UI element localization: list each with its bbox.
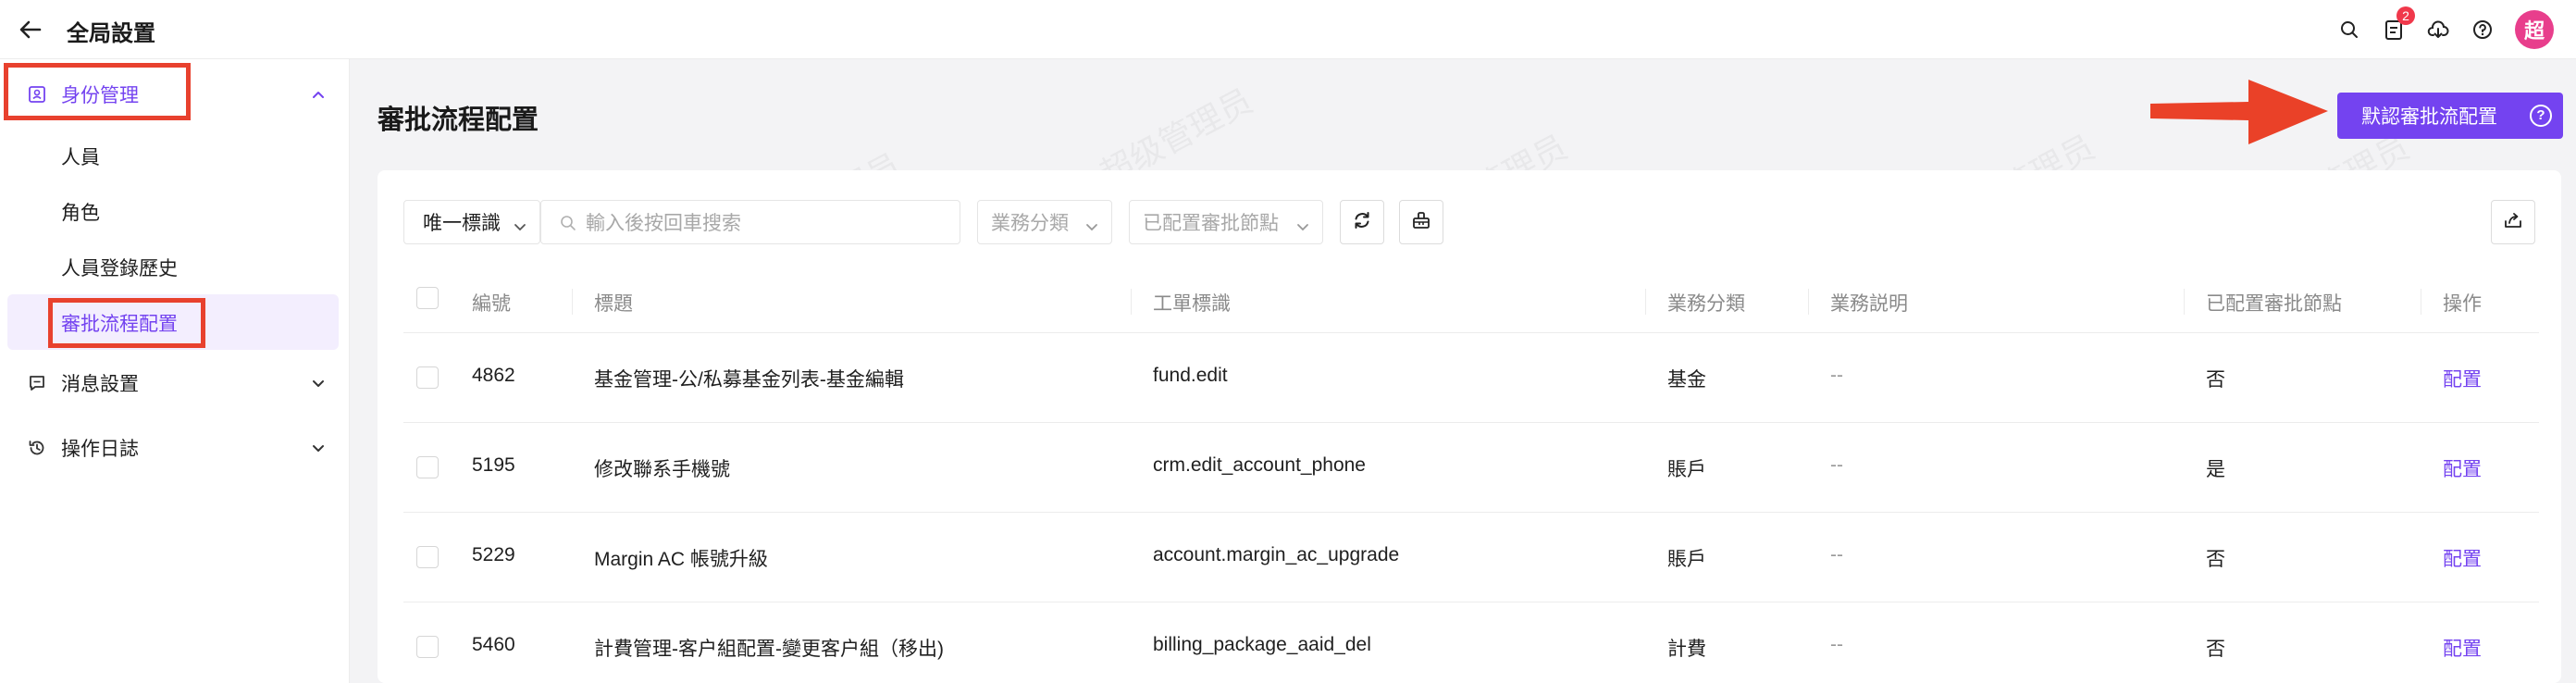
id-select-value: 唯一標識 — [423, 213, 501, 234]
chevron-down-icon — [311, 441, 326, 455]
configure-link[interactable]: 配置 — [2443, 454, 2482, 482]
cell-id: 4862 — [472, 365, 515, 386]
select-all-checkbox[interactable] — [416, 287, 439, 309]
column-header: 標題 — [594, 293, 633, 315]
highlight-box-approval-flow — [48, 298, 205, 348]
cell-desc: -- — [1830, 544, 1843, 565]
highlight-box-identity — [4, 63, 191, 120]
cell-title: 計費管理-客户組配置-變更客户組（移出) — [594, 639, 944, 660]
sidebar-group-messages[interactable]: 消息設置 — [0, 355, 350, 411]
chevron-down-icon — [1296, 217, 1309, 231]
cell-title: Margin AC 帳號升級 — [594, 549, 768, 570]
row-checkbox[interactable] — [416, 636, 439, 658]
configure-link[interactable]: 配置 — [2443, 544, 2482, 572]
table-row: 5460 計費管理-客户組配置-變更客户組（移出) billing_packag… — [403, 602, 2539, 683]
message-icon — [28, 374, 46, 392]
button-label: 默認審批流配置 — [2361, 106, 2497, 128]
sidebar-item-roles[interactable]: 角色 — [61, 198, 100, 226]
cell-configured: 否 — [2206, 639, 2225, 660]
category-select[interactable]: 業務分類 — [977, 200, 1112, 244]
cell-id: 5460 — [472, 634, 515, 655]
nodes-placeholder: 已配置審批節點 — [1143, 213, 1279, 234]
chevron-up-icon — [311, 87, 326, 102]
sidebar: 身份管理 人員 角色 人員登錄歷史 審批流程配置 消息設置 操作日誌 — [0, 59, 350, 683]
page-title: 審批流程配置 — [378, 106, 539, 135]
cell-desc: -- — [1830, 454, 1843, 476]
configure-link[interactable]: 配置 — [2443, 365, 2482, 392]
chevron-down-icon — [311, 376, 326, 391]
sidebar-group-label: 操作日誌 — [61, 439, 139, 460]
table-row: 4862 基金管理-公/私募基金列表-基金編輯 fund.edit 基金 -- … — [403, 333, 2539, 423]
sidebar-item-personnel[interactable]: 人員 — [61, 143, 100, 170]
sidebar-item-login-history[interactable]: 人員登錄歷史 — [61, 254, 178, 281]
cell-configured: 是 — [2206, 459, 2225, 480]
column-header: 業務説明 — [1830, 293, 1908, 315]
column-divider — [1645, 289, 1646, 315]
column-divider — [572, 289, 573, 315]
category-placeholder: 業務分類 — [991, 213, 1069, 234]
column-header: 編號 — [472, 293, 511, 315]
column-header: 操作 — [2443, 293, 2482, 315]
search-input[interactable]: 輸入後按回車搜索 — [540, 200, 960, 244]
cell-id: 5195 — [472, 454, 515, 476]
column-divider — [2184, 289, 2185, 315]
cell-id: 5229 — [472, 544, 515, 565]
cell-desc: -- — [1830, 634, 1843, 655]
cell-title: 基金管理-公/私募基金列表-基金編輯 — [594, 369, 904, 391]
column-header: 已配置審批節點 — [2206, 293, 2342, 315]
cell-configured: 否 — [2206, 549, 2225, 570]
notification-badge: 2 — [2396, 6, 2415, 25]
cell-desc: -- — [1830, 365, 1843, 386]
app-title: 全局設置 — [67, 21, 155, 46]
sidebar-group-label: 消息設置 — [61, 374, 139, 395]
cell-key: account.margin_ac_upgrade — [1153, 544, 1400, 565]
cell-category: 賬戶 — [1667, 459, 1706, 480]
task-list-icon[interactable]: 2 — [2382, 6, 2415, 42]
cell-key: fund.edit — [1153, 365, 1228, 386]
column-header: 業務分類 — [1667, 293, 1745, 315]
id-select[interactable]: 唯一標識 — [403, 200, 540, 244]
configure-link[interactable]: 配置 — [2443, 634, 2482, 662]
cell-key: billing_package_aaid_del — [1153, 634, 1371, 655]
refresh-button[interactable] — [1340, 200, 1384, 244]
clear-button[interactable] — [1399, 200, 1443, 244]
annotation-arrow-icon — [2147, 74, 2332, 148]
column-divider — [1808, 289, 1809, 315]
search-placeholder: 輸入後按回車搜索 — [586, 213, 741, 234]
table-row: 5229 Margin AC 帳號升級 account.margin_ac_up… — [403, 513, 2539, 602]
help-icon[interactable] — [2471, 18, 2495, 42]
row-checkbox[interactable] — [416, 456, 439, 478]
export-button[interactable] — [2491, 200, 2535, 244]
chevron-down-icon — [514, 217, 526, 231]
refresh-icon — [1352, 210, 1372, 235]
back-arrow-icon[interactable] — [17, 16, 44, 43]
avatar[interactable]: 超 — [2515, 10, 2554, 49]
cell-title: 修改聯系手機號 — [594, 459, 730, 480]
configured-nodes-select[interactable]: 已配置審批節點 — [1129, 200, 1323, 244]
help-circle-icon[interactable]: ? — [2530, 105, 2552, 127]
chevron-down-icon — [1085, 217, 1098, 231]
row-checkbox[interactable] — [416, 366, 439, 389]
search-icon[interactable] — [2337, 18, 2361, 42]
cell-category: 基金 — [1667, 369, 1706, 391]
sidebar-group-logs[interactable]: 操作日誌 — [0, 420, 350, 476]
search-icon — [560, 215, 576, 237]
cell-category: 賬戶 — [1667, 549, 1706, 570]
history-icon — [28, 439, 46, 457]
column-header: 工單標識 — [1153, 293, 1231, 315]
table-header: 編號 標題 工單標識 業務分類 業務説明 已配置審批節點 操作 — [403, 270, 2539, 333]
cell-configured: 否 — [2206, 369, 2225, 391]
export-icon — [2503, 210, 2523, 235]
table-row: 5195 修改聯系手機號 crm.edit_account_phone 賬戶 -… — [403, 423, 2539, 513]
default-approval-config-button[interactable]: 默認審批流配置 ? — [2337, 93, 2563, 139]
top-actions: 2 超 — [2317, 6, 2554, 50]
row-checkbox[interactable] — [416, 546, 439, 568]
broom-icon — [1411, 210, 1431, 235]
cell-key: crm.edit_account_phone — [1153, 454, 1366, 476]
column-divider — [1131, 289, 1132, 315]
cell-category: 計費 — [1667, 639, 1706, 660]
download-icon[interactable] — [2426, 18, 2450, 42]
top-bar: 全局設置 2 超 — [0, 0, 2576, 59]
